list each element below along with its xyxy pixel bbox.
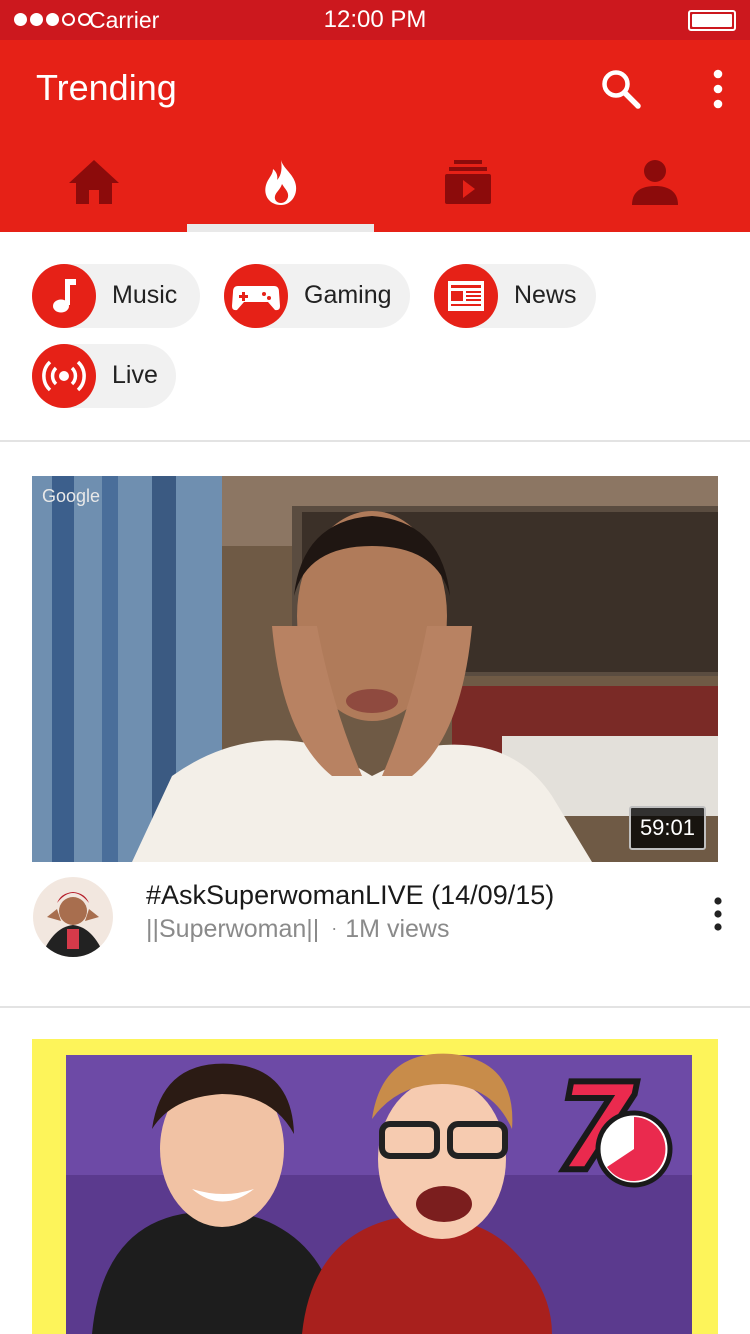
video-metadata: ||Superwoman|| · 1M views bbox=[146, 915, 449, 944]
status-bar: Carrier 12:00 PM bbox=[0, 0, 750, 40]
tab-account[interactable] bbox=[561, 140, 748, 232]
app-bar: Trending bbox=[0, 40, 750, 232]
battery-icon bbox=[688, 10, 736, 31]
chip-music[interactable]: Music bbox=[32, 264, 200, 328]
music-note-icon bbox=[32, 264, 96, 328]
gamepad-icon bbox=[224, 264, 288, 328]
account-icon bbox=[631, 160, 678, 205]
status-time: 12:00 PM bbox=[323, 6, 427, 33]
page-title: Trending bbox=[36, 67, 177, 108]
tab-home[interactable] bbox=[0, 140, 187, 232]
chip-label: Live bbox=[112, 361, 158, 389]
meta-separator: · bbox=[331, 918, 338, 938]
newspaper-icon bbox=[434, 264, 498, 328]
flame-icon bbox=[264, 160, 296, 205]
video-title[interactable]: #AskSuperwomanLIVE (14/09/15) bbox=[146, 880, 554, 911]
more-vert-icon[interactable] bbox=[702, 895, 734, 933]
video-thumbnail[interactable]: Google 59:01 bbox=[32, 476, 718, 862]
chip-news[interactable]: News bbox=[434, 264, 596, 328]
chip-gaming[interactable]: Gaming bbox=[224, 264, 410, 328]
search-icon[interactable] bbox=[598, 66, 644, 112]
chip-label: Gaming bbox=[304, 281, 392, 309]
tab-trending[interactable] bbox=[187, 140, 374, 232]
selected-tab-indicator bbox=[187, 224, 374, 232]
chip-live[interactable]: Live bbox=[32, 344, 176, 408]
subscriptions-icon bbox=[444, 160, 491, 204]
google-watermark: Google bbox=[42, 486, 100, 506]
live-broadcast-icon bbox=[32, 344, 96, 408]
video-thumbnail-image: 7 bbox=[32, 1039, 718, 1334]
more-vert-icon[interactable] bbox=[698, 68, 738, 110]
video-duration-badge: 59:01 bbox=[628, 806, 706, 850]
home-icon bbox=[68, 160, 119, 204]
avatar[interactable] bbox=[33, 877, 113, 957]
channel-avatar-image bbox=[33, 877, 113, 957]
view-count: 1M views bbox=[345, 915, 450, 943]
section-divider bbox=[0, 440, 750, 442]
video-thumbnail-image: Google bbox=[32, 476, 718, 862]
section-divider bbox=[0, 1006, 750, 1008]
chip-label: News bbox=[514, 281, 577, 309]
video-thumbnail[interactable]: 7 bbox=[32, 1039, 718, 1334]
channel-name[interactable]: ||Superwoman|| bbox=[146, 915, 319, 943]
chip-label: Music bbox=[112, 281, 178, 309]
tab-subscriptions[interactable] bbox=[374, 140, 561, 232]
